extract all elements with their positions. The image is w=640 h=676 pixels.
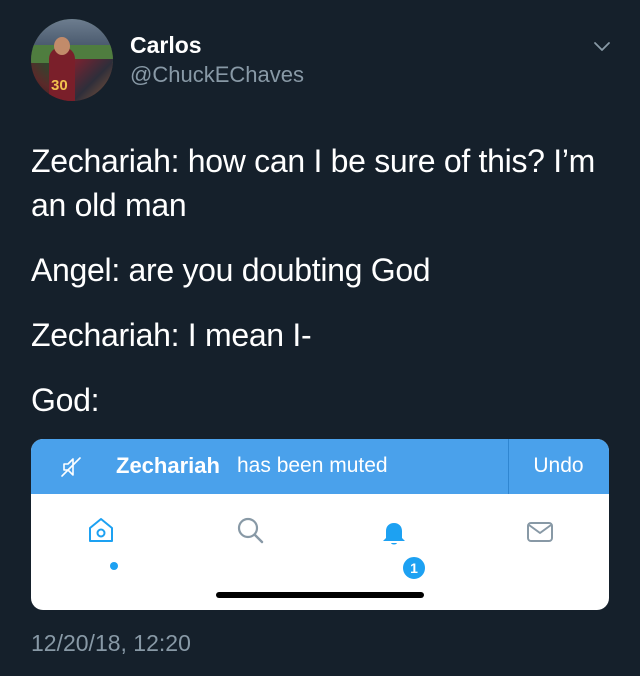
tab-bar: 1 [31, 494, 609, 610]
avatar-crowd [75, 59, 113, 101]
avatar-jersey-number: 30 [51, 77, 68, 94]
author-name[interactable]: Carlos [130, 32, 202, 58]
bell-icon[interactable] [378, 516, 410, 548]
mail-icon[interactable] [524, 516, 556, 548]
home-indicator [216, 592, 424, 598]
tweet-line: Zechariah: how can I be sure of this? I’… [31, 143, 595, 223]
search-icon[interactable] [234, 514, 266, 546]
tweet-text: Zechariah: how can I be sure of this? I’… [31, 139, 621, 443]
muted-banner: Zechariah has been muted Undo [31, 439, 609, 494]
home-icon[interactable] [85, 514, 117, 546]
tweet-line: Angel: are you doubting God [31, 252, 431, 288]
undo-button[interactable]: Undo [508, 453, 609, 479]
embedded-screenshot[interactable]: Zechariah has been muted Undo 1 [31, 439, 609, 610]
mute-icon [61, 457, 81, 477]
muted-message: has been muted [237, 454, 388, 477]
tweet-line: God: [31, 382, 100, 418]
tweet-timestamp[interactable]: 12/20/18, 12:20 [31, 628, 191, 658]
author-handle[interactable]: @ChuckEChaves [130, 62, 304, 88]
home-new-dot [110, 562, 118, 570]
avatar-head [54, 37, 70, 55]
avatar[interactable]: 30 [31, 19, 113, 101]
chevron-down-icon[interactable] [592, 36, 612, 56]
muted-account-name: Zechariah [116, 453, 220, 478]
notification-badge: 1 [401, 555, 427, 581]
tweet-line: Zechariah: I mean I- [31, 317, 312, 353]
